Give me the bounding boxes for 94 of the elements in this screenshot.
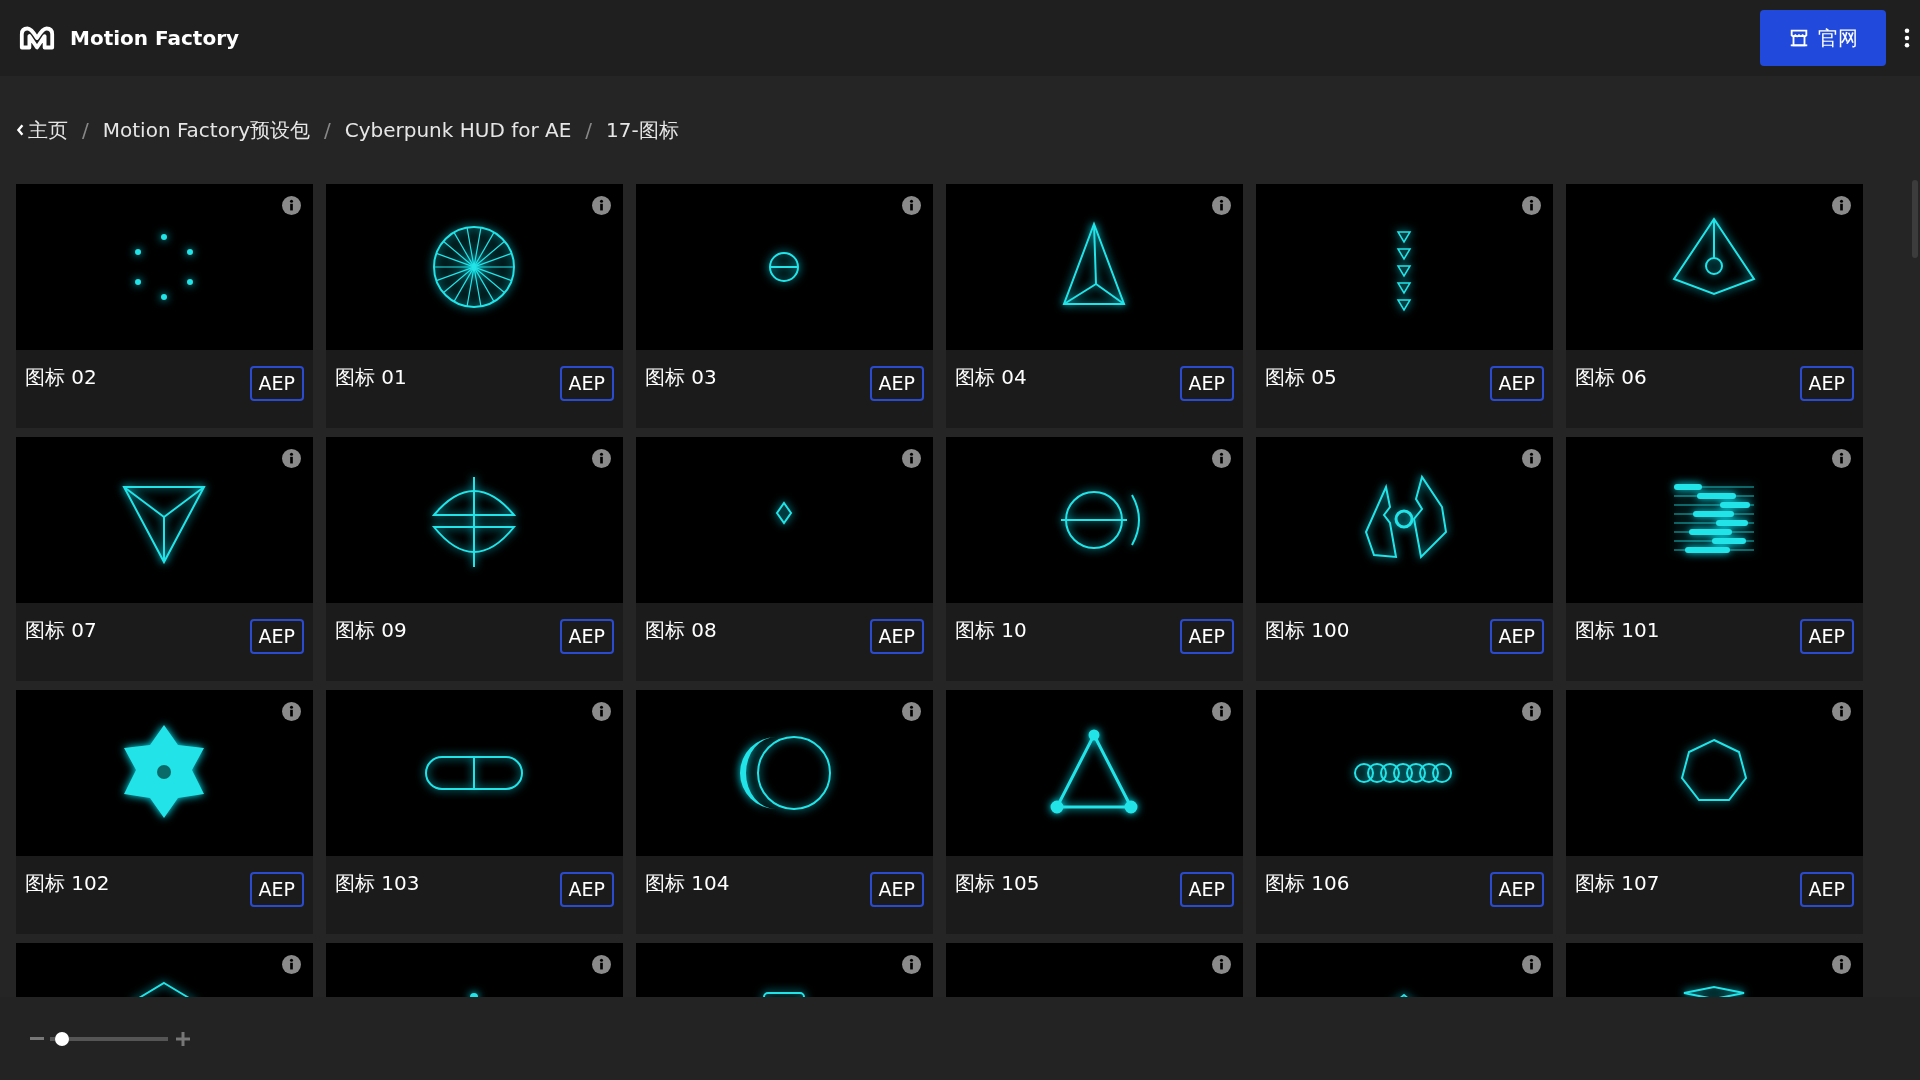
preset-title: 图标 01 [335, 364, 407, 391]
preset-title: 图标 104 [645, 870, 730, 897]
breadcrumb-link[interactable]: 17-图标 [606, 115, 679, 145]
preset-title: 图标 100 [1265, 617, 1350, 644]
preset-title: 图标 101 [1575, 617, 1660, 644]
preset-title: 图标 07 [25, 617, 97, 644]
preset-title: 图标 105 [955, 870, 1040, 897]
preset-card[interactable]: 图标 103 AEP [326, 690, 623, 934]
preset-card[interactable]: 图标 06 AEP [1566, 184, 1863, 428]
preset-title: 图标 05 [1265, 364, 1337, 391]
official-site-button[interactable]: 官网 [1760, 10, 1886, 66]
breadcrumb-link[interactable]: Cyberpunk HUD for AE [344, 115, 572, 145]
preset-card[interactable]: 图标 05 AEP [1256, 184, 1553, 428]
back-chevron-icon[interactable] [16, 123, 24, 137]
info-icon[interactable] [592, 449, 611, 468]
preset-title: 图标 107 [1575, 870, 1660, 897]
format-badge: AEP [869, 366, 924, 401]
breadcrumb-separator: / [585, 117, 593, 144]
info-icon[interactable] [1212, 196, 1231, 215]
info-icon[interactable] [1522, 702, 1541, 721]
format-badge: AEP [1489, 619, 1544, 654]
preset-card[interactable]: 图标 105 AEP [946, 690, 1243, 934]
format-badge: AEP [1179, 619, 1234, 654]
format-badge: AEP [1799, 366, 1854, 401]
preset-card[interactable]: 图标 09 AEP [326, 437, 623, 681]
format-badge: AEP [1799, 872, 1854, 907]
format-badge: AEP [1489, 872, 1544, 907]
preset-card[interactable]: 图标 102 AEP [16, 690, 313, 934]
info-icon[interactable] [902, 702, 921, 721]
info-icon[interactable] [902, 449, 921, 468]
info-icon[interactable] [1522, 955, 1541, 974]
storefront-icon [1788, 27, 1810, 49]
breadcrumb-separator: / [82, 117, 89, 144]
info-icon[interactable] [1832, 449, 1851, 468]
preset-title: 图标 10 [955, 617, 1027, 644]
format-badge: AEP [1179, 872, 1234, 907]
brand-name[interactable]: Motion Factory [70, 23, 240, 53]
preset-title: 图标 02 [25, 364, 97, 391]
info-icon[interactable] [592, 196, 611, 215]
preset-card[interactable]: 图标 100 AEP [1256, 437, 1553, 681]
format-badge: AEP [869, 619, 924, 654]
preset-title: 图标 102 [25, 870, 110, 897]
info-icon[interactable] [282, 449, 301, 468]
info-icon[interactable] [282, 702, 301, 721]
format-badge: AEP [249, 619, 304, 654]
zoom-out-icon[interactable] [30, 1036, 44, 1041]
preset-card[interactable]: 图标 104 AEP [636, 690, 933, 934]
preset-card[interactable]: 图标 10 AEP [946, 437, 1243, 681]
preset-card[interactable]: 图标 107 AEP [1566, 690, 1863, 934]
format-badge: AEP [1489, 366, 1544, 401]
format-badge: AEP [249, 366, 304, 401]
breadcrumb-link[interactable]: 主页 [28, 115, 68, 145]
info-icon[interactable] [282, 196, 301, 215]
format-badge: AEP [869, 872, 924, 907]
preset-card[interactable]: 图标 08 AEP [636, 437, 933, 681]
info-icon[interactable] [1522, 196, 1541, 215]
info-icon[interactable] [1212, 449, 1231, 468]
format-badge: AEP [249, 872, 304, 907]
preset-card[interactable]: 图标 106 AEP [1256, 690, 1553, 934]
format-badge: AEP [1179, 366, 1234, 401]
preset-title: 图标 08 [645, 617, 717, 644]
format-badge: AEP [559, 619, 614, 654]
preset-title: 图标 06 [1575, 364, 1647, 391]
info-icon[interactable] [902, 955, 921, 974]
preset-title: 图标 03 [645, 364, 717, 391]
preset-card[interactable]: 图标 03 AEP [636, 184, 933, 428]
breadcrumb-separator: / [323, 117, 331, 144]
format-badge: AEP [559, 366, 614, 401]
preset-title: 图标 09 [335, 617, 407, 644]
info-icon[interactable] [592, 955, 611, 974]
info-icon[interactable] [592, 702, 611, 721]
info-icon[interactable] [1522, 449, 1541, 468]
info-icon[interactable] [1212, 955, 1231, 974]
preset-card[interactable]: 图标 02 AEP [16, 184, 313, 428]
info-icon[interactable] [282, 955, 301, 974]
format-badge: AEP [559, 872, 614, 907]
info-icon[interactable] [1832, 196, 1851, 215]
more-options-icon[interactable] [1904, 28, 1910, 48]
slider-thumb[interactable] [55, 1031, 70, 1046]
preset-title: 图标 106 [1265, 870, 1350, 897]
preset-card[interactable]: 图标 07 AEP [16, 437, 313, 681]
logo-icon [18, 24, 56, 52]
info-icon[interactable] [902, 196, 921, 215]
preset-card[interactable]: 图标 101 AEP [1566, 437, 1863, 681]
zoom-in-icon[interactable] [176, 1031, 190, 1046]
preset-card[interactable]: 图标 04 AEP [946, 184, 1243, 428]
breadcrumb-link[interactable]: Motion Factory预设包 [102, 115, 310, 145]
info-icon[interactable] [1832, 955, 1851, 974]
preset-title: 图标 04 [955, 364, 1027, 391]
info-icon[interactable] [1212, 702, 1231, 721]
preset-card[interactable]: 图标 01 AEP [326, 184, 623, 428]
info-icon[interactable] [1832, 702, 1851, 721]
format-badge: AEP [1799, 619, 1854, 654]
preset-title: 图标 103 [335, 870, 420, 897]
